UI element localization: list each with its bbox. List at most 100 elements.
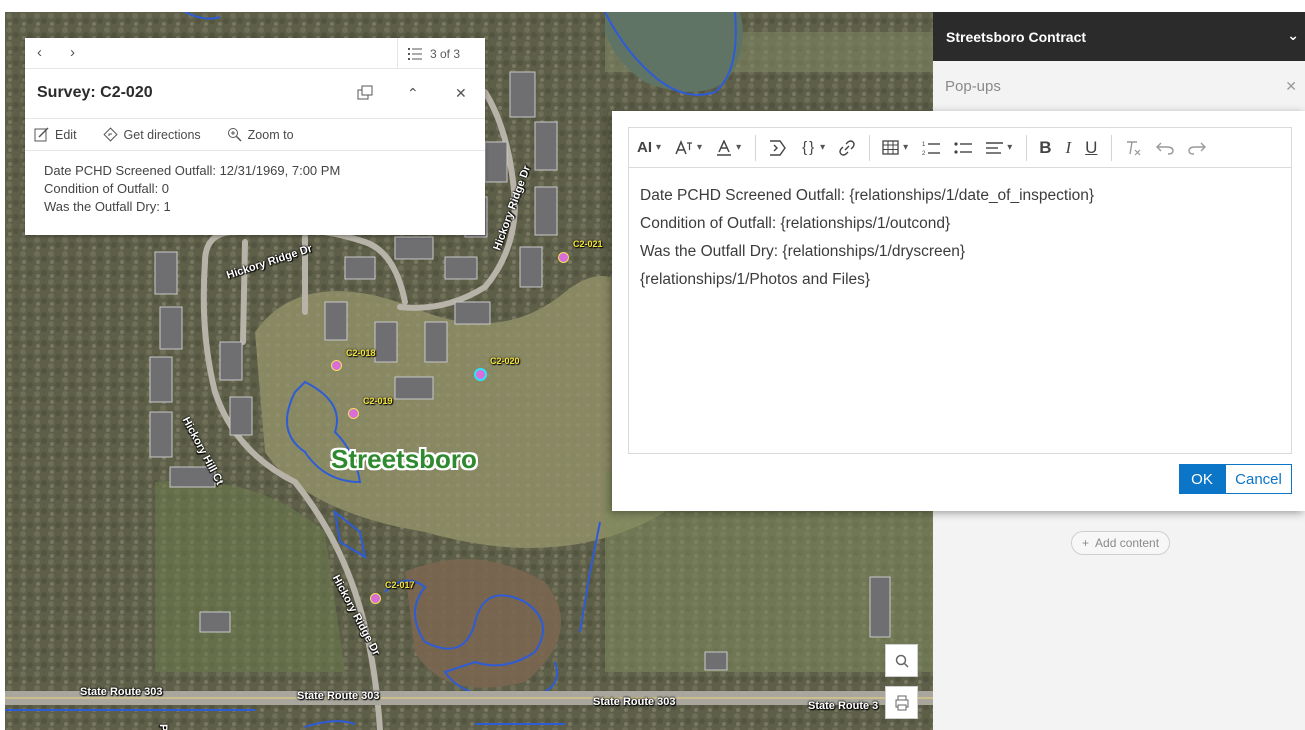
undo-button[interactable] xyxy=(1156,128,1175,168)
add-content-label: Add content xyxy=(1095,536,1160,550)
street-label: State Route 303 xyxy=(80,686,163,698)
editor-line-dry: Was the Outfall Dry: {relationships/1/dr… xyxy=(640,243,966,260)
font-color-icon xyxy=(717,139,732,156)
table-button[interactable]: ▾ xyxy=(882,128,908,168)
plus-icon: + xyxy=(1082,536,1090,550)
zoom-to-action[interactable]: Zoom to xyxy=(227,127,294,142)
street-label: Pa xyxy=(157,724,169,730)
toolbar-divider xyxy=(869,134,871,161)
numbered-list-button[interactable]: 12 xyxy=(922,128,941,168)
search-map-button[interactable] xyxy=(885,644,918,677)
popup-actions: Edit Get directions Zoom to xyxy=(25,119,485,151)
panel-title: Streetsboro Contract xyxy=(946,28,1087,45)
toolbar-divider xyxy=(1026,134,1028,161)
search-icon xyxy=(895,654,909,668)
street-label: State Route 303 xyxy=(593,696,676,708)
add-content-button[interactable]: + Add content xyxy=(1071,531,1171,555)
previous-feature-icon[interactable]: ‹ xyxy=(37,44,42,61)
ok-button[interactable]: OK xyxy=(1179,464,1225,494)
editor-content-area[interactable]: Date PCHD Screened Outfall: {relationshi… xyxy=(628,167,1292,454)
town-label: Streetsboro xyxy=(331,444,477,474)
chevron-down-icon: ▾ xyxy=(820,142,826,153)
collapse-icon[interactable]: ⌃ xyxy=(407,85,419,102)
marker-label: C2-018 xyxy=(346,348,376,358)
clear-format-button[interactable] xyxy=(1124,128,1142,168)
numbered-list-icon: 12 xyxy=(922,142,941,156)
chevron-down-icon: ▾ xyxy=(736,142,742,153)
popup-navigation: ‹ › 3 of 3 xyxy=(25,38,485,69)
toolbar-divider xyxy=(755,134,757,161)
directions-icon xyxy=(102,127,118,142)
outfall-marker-c2-017[interactable] xyxy=(370,593,381,604)
expression-button[interactable]: {} ▾ xyxy=(802,128,825,168)
redo-icon xyxy=(1188,142,1207,155)
bold-icon: B xyxy=(1039,137,1052,157)
close-icon[interactable]: ✕ xyxy=(455,85,467,102)
bulleted-list-button[interactable] xyxy=(954,128,973,168)
popup-line-condition: Condition of Outfall: 0 xyxy=(44,181,170,196)
marker-label: C2-020 xyxy=(490,356,520,366)
zoom-label: Zoom to xyxy=(247,127,294,142)
list-icon xyxy=(408,47,422,60)
chevron-down-icon: ▾ xyxy=(697,142,703,153)
panel-header[interactable]: Streetsboro Contract ⌄ xyxy=(933,12,1305,61)
marker-label: C2-019 xyxy=(363,396,393,406)
chevron-down-icon: ▾ xyxy=(656,142,662,153)
bold-button[interactable]: B xyxy=(1039,128,1051,168)
text-editor-dialog: AI ▾ ▾ ▾ {} ▾ ▾ 12 ▾ B I U Date PCHD Scr… xyxy=(612,111,1305,511)
edit-action[interactable]: Edit xyxy=(34,127,77,142)
editor-toolbar: AI ▾ ▾ ▾ {} ▾ ▾ 12 ▾ B I U xyxy=(628,127,1292,167)
table-icon xyxy=(882,140,899,155)
print-icon xyxy=(895,695,908,710)
insert-field-icon xyxy=(770,139,786,156)
street-label: State Route 3 xyxy=(808,700,879,712)
link-icon xyxy=(839,139,855,156)
chevron-down-icon[interactable]: ⌄ xyxy=(1287,27,1299,44)
expression-icon: {} xyxy=(802,139,817,156)
pencil-icon xyxy=(34,127,49,142)
outfall-marker-c2-019[interactable] xyxy=(348,408,359,419)
popup-header: Survey: C2-020 ⌃ ✕ xyxy=(25,69,485,119)
font-color-button[interactable]: ▾ xyxy=(716,128,741,168)
cancel-button[interactable]: Cancel xyxy=(1225,464,1292,494)
outfall-marker-c2-018[interactable] xyxy=(331,360,342,371)
edit-label: Edit xyxy=(55,127,77,142)
editor-line-photos: {relationships/1/Photos and Files} xyxy=(640,271,871,288)
ai-assistant-button[interactable]: AI ▾ xyxy=(637,128,661,168)
popup-line-date: Date PCHD Screened Outfall: 12/31/1969, … xyxy=(44,163,341,178)
section-title: Pop-ups xyxy=(945,77,1001,95)
font-size-button[interactable]: ▾ xyxy=(675,128,702,168)
chevron-down-icon: ▾ xyxy=(1007,142,1013,153)
underline-icon: U xyxy=(1085,137,1098,157)
link-button[interactable] xyxy=(839,128,855,168)
outfall-marker-c2-021[interactable] xyxy=(558,252,569,263)
zoom-in-icon xyxy=(227,128,242,142)
get-directions-action[interactable]: Get directions xyxy=(102,127,201,142)
italic-button[interactable]: I xyxy=(1066,128,1072,168)
popup-line-dry: Was the Outfall Dry: 1 xyxy=(44,199,171,214)
svg-text:2: 2 xyxy=(922,151,926,156)
underline-button[interactable]: U xyxy=(1085,128,1097,168)
insert-field-button[interactable] xyxy=(768,128,788,168)
outfall-marker-c2-020-selected[interactable] xyxy=(474,368,487,381)
directions-label: Get directions xyxy=(123,127,201,142)
popup-content: Date PCHD Screened Outfall: 12/31/1969, … xyxy=(25,151,485,227)
font-size-icon xyxy=(675,139,693,154)
marker-label: C2-021 xyxy=(573,239,603,249)
next-feature-icon[interactable]: › xyxy=(70,44,75,61)
feature-popup: ‹ › 3 of 3 Survey: C2-020 ⌃ ✕ Edit Get d… xyxy=(25,38,485,235)
close-icon[interactable]: ✕ xyxy=(1285,78,1297,95)
align-button[interactable]: ▾ xyxy=(986,128,1012,168)
undo-icon xyxy=(1156,142,1175,155)
pager-text: 3 of 3 xyxy=(430,46,461,61)
feature-pager[interactable]: 3 of 3 xyxy=(397,38,485,69)
chevron-down-icon: ▾ xyxy=(903,142,909,153)
dock-icon[interactable] xyxy=(357,85,373,104)
redo-button[interactable] xyxy=(1188,128,1207,168)
popups-section-header: Pop-ups ✕ xyxy=(933,61,1305,111)
street-label: State Route 303 xyxy=(297,690,380,702)
bulleted-list-icon xyxy=(954,141,973,154)
print-map-button[interactable] xyxy=(885,686,918,719)
marker-label: C2-017 xyxy=(385,580,415,590)
ai-assistant-icon: AI xyxy=(637,139,652,156)
